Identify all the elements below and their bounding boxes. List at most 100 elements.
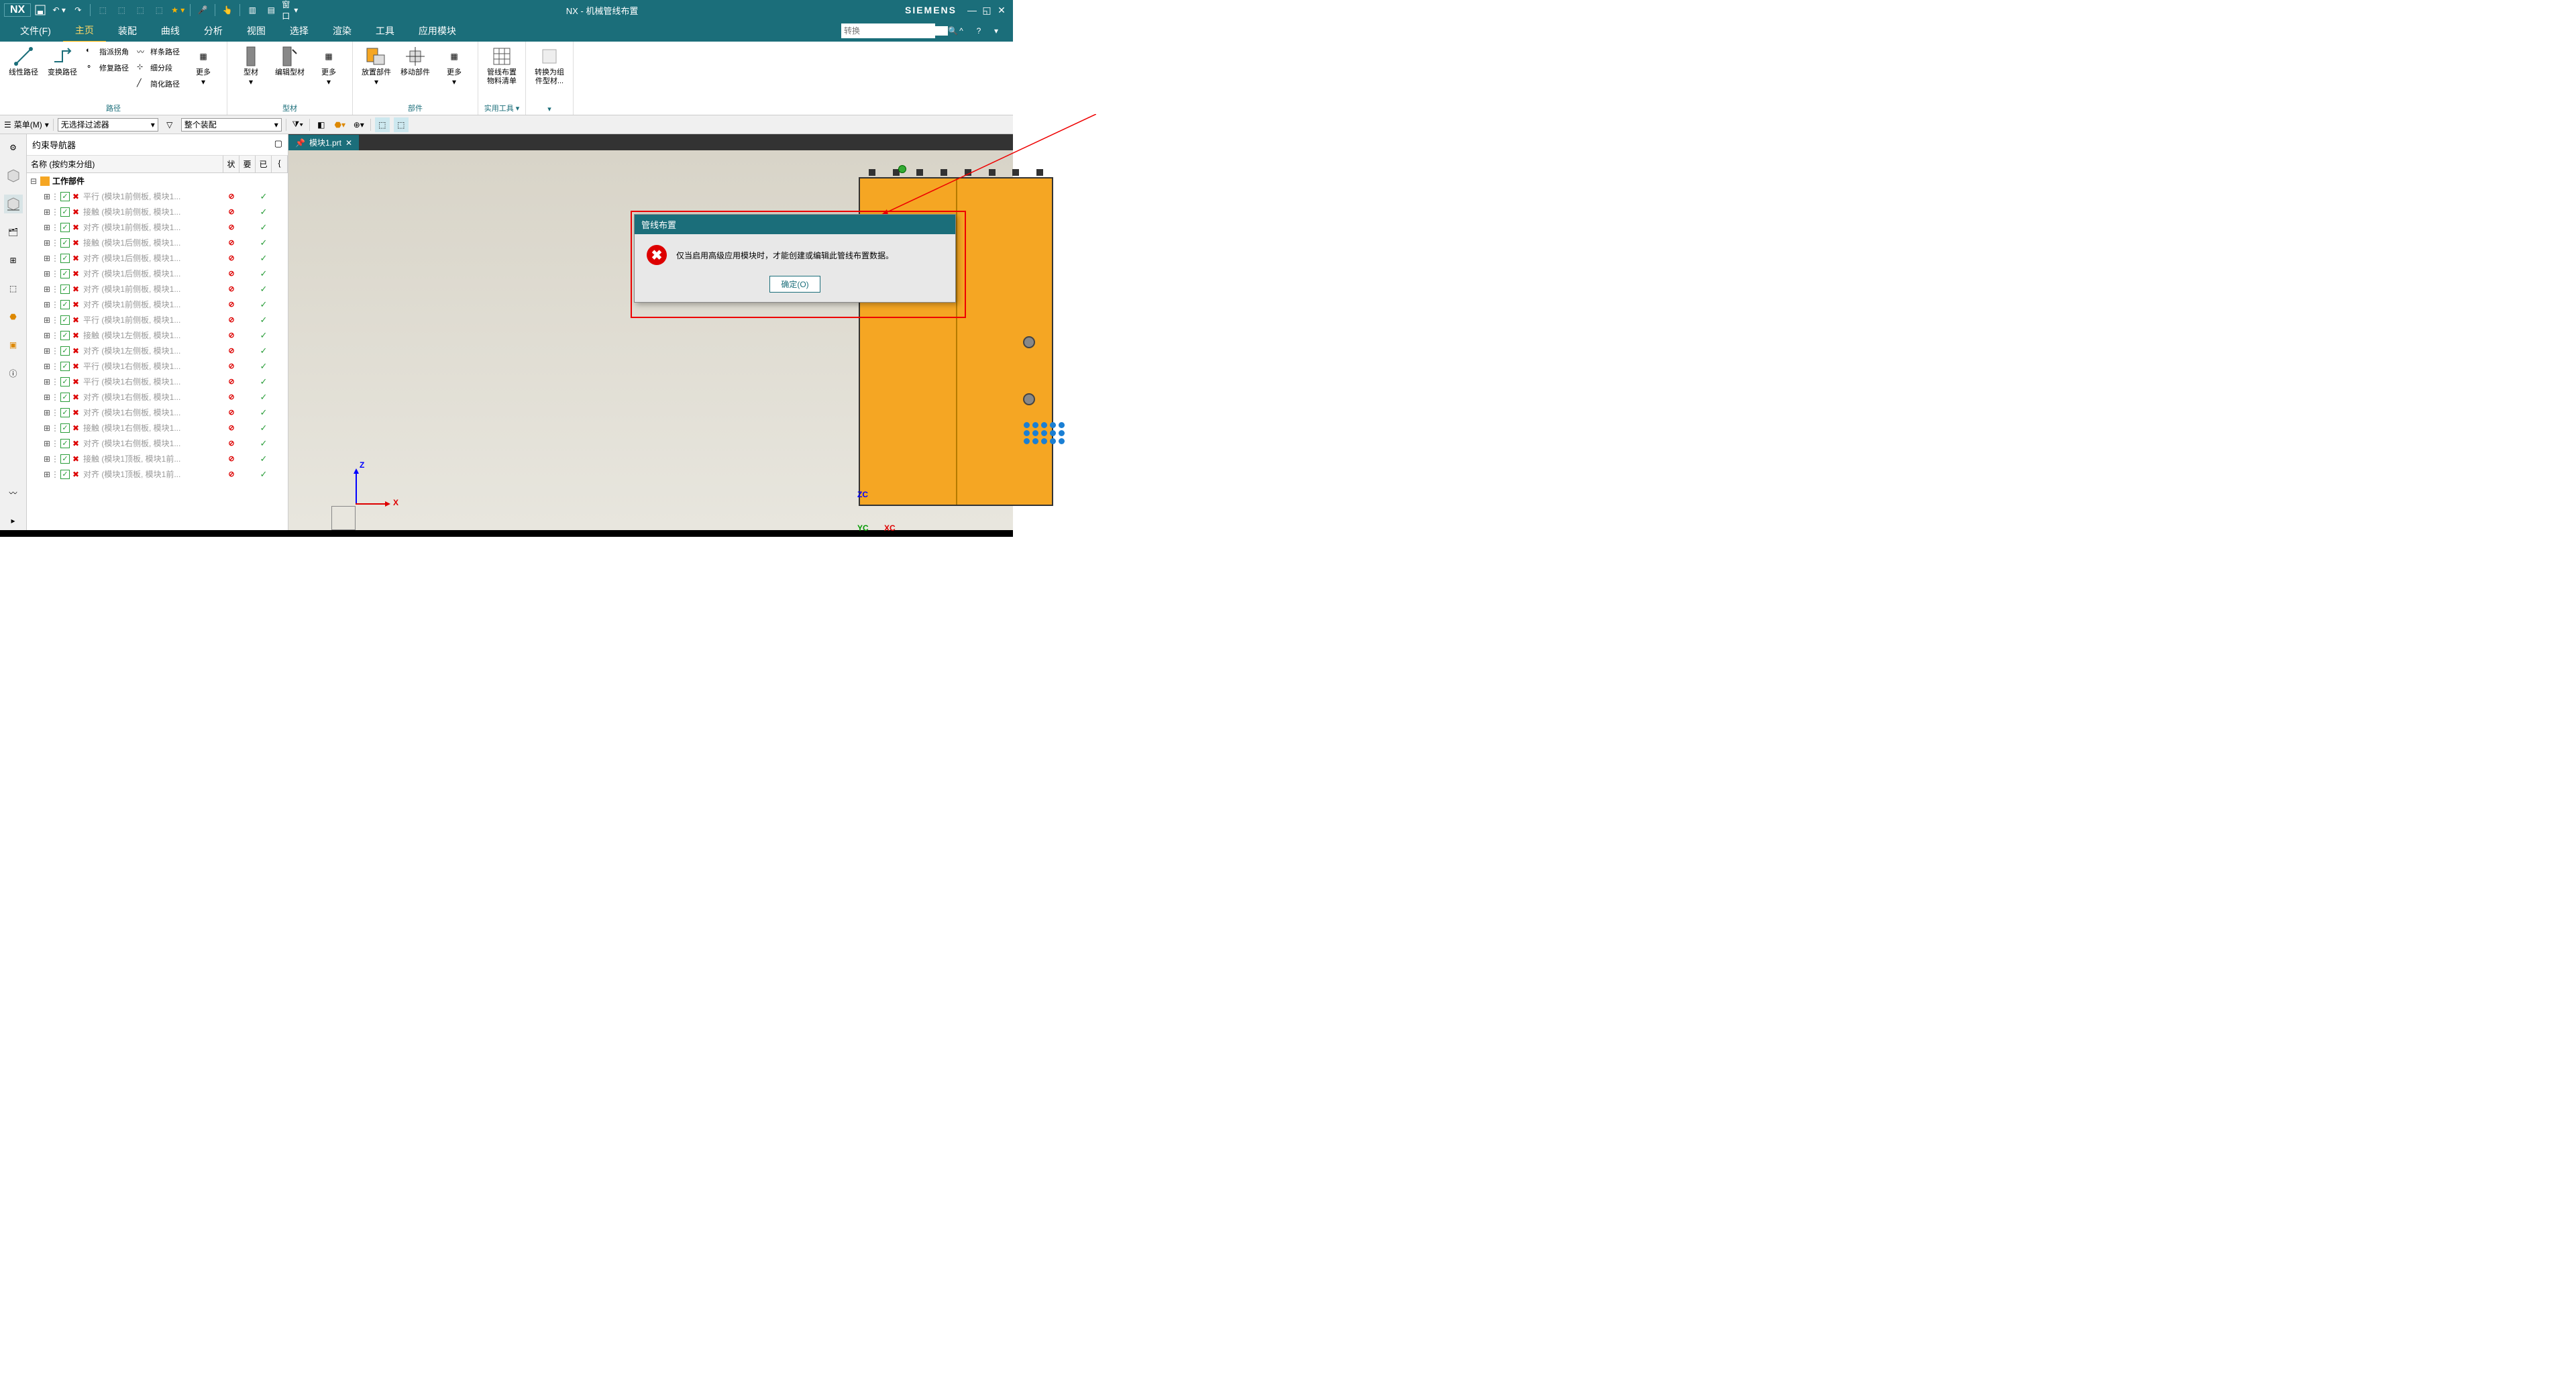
minimize-button[interactable]: — (965, 5, 979, 15)
bom-button[interactable]: 管线布置物料清单 (484, 44, 520, 87)
constraint-row[interactable]: ⊞⋮✓✖对齐 (模块1顶板, 模块1前...⊘✓ (27, 466, 288, 482)
col-req[interactable]: 要 (239, 156, 256, 172)
menu-analysis[interactable]: 分析 (192, 20, 235, 42)
constraint-row[interactable]: ⊞⋮✓✖对齐 (模块1右侧板, 模块1...⊘✓ (27, 389, 288, 405)
part-navigator-icon[interactable] (4, 166, 23, 185)
chevron-icon[interactable]: ▸ (4, 511, 23, 530)
constraint-row[interactable]: ⊞⋮✓✖接触 (模块1左侧板, 模块1...⊘✓ (27, 327, 288, 343)
filter-funnel-icon[interactable]: ⧩▾ (290, 117, 305, 132)
qat-icon[interactable]: ⬚ (95, 2, 111, 18)
transform-path-button[interactable]: 变换路径 (44, 44, 80, 79)
save-icon[interactable] (32, 2, 48, 18)
scope-dropdown[interactable]: 整个装配▾ (181, 118, 282, 132)
finger-corner-button[interactable]: ◐指派拐角 (83, 44, 131, 59)
history-icon[interactable]: ⬚ (4, 279, 23, 298)
part-more-button[interactable]: ▦更多▾ (436, 44, 472, 88)
window-menu[interactable]: 窗口 ▾ (282, 2, 298, 18)
constraint-row[interactable]: ⊞⋮✓✖平行 (模块1前侧板, 模块1...⊘✓ (27, 312, 288, 327)
pin-icon[interactable]: ▢ (274, 138, 282, 151)
constraint-row[interactable]: ⊞⋮✓✖接触 (模块1右侧板, 模块1...⊘✓ (27, 420, 288, 435)
layout2-icon[interactable]: ▤ (263, 2, 279, 18)
menu-tools[interactable]: 工具 (364, 20, 407, 42)
menu-curve[interactable]: 曲线 (149, 20, 192, 42)
close-tab-icon[interactable]: ✕ (345, 138, 352, 148)
mic-icon[interactable]: 🎤 (195, 2, 211, 18)
constraint-row[interactable]: ⊞⋮✓✖平行 (模块1右侧板, 模块1...⊘✓ (27, 358, 288, 374)
simplify-path-button[interactable]: ╱简化路径 (134, 76, 182, 91)
sel-tool-icon[interactable]: ⊕▾ (352, 117, 366, 132)
filter-icon[interactable]: ▽ (162, 117, 177, 132)
repair-path-button[interactable]: ⚬修复路径 (83, 60, 131, 75)
search-input[interactable] (844, 26, 948, 36)
place-part-button[interactable]: 放置部件▾ (358, 44, 394, 88)
edit-stock-button[interactable]: 编辑型材 (272, 44, 308, 79)
info-icon[interactable]: ⓘ (4, 364, 23, 382)
star-icon[interactable]: ★ ▾ (170, 2, 186, 18)
tree-root[interactable]: ⊟工作部件 (27, 173, 288, 189)
menu-app-module[interactable]: 应用模块 (407, 20, 468, 42)
help-icon[interactable]: ? (970, 22, 987, 40)
constraint-row[interactable]: ⊞⋮✓✖接触 (模块1顶板, 模块1前...⊘✓ (27, 451, 288, 466)
menu-select[interactable]: 选择 (278, 20, 321, 42)
sel-tool-icon[interactable]: ⬚ (394, 117, 409, 132)
convert-to-component-button[interactable]: 转换为组件型材... (531, 44, 568, 87)
nav-icon[interactable]: ▣ (4, 336, 23, 354)
undo-icon[interactable]: ↶ ▾ (51, 2, 67, 18)
constraint-navigator-icon[interactable] (4, 195, 23, 213)
gear-icon[interactable]: ⚙ (4, 138, 23, 157)
graphics-viewport[interactable]: 📌 模块1.prt ✕ (288, 134, 1013, 530)
reuse-library-icon[interactable]: 🗂 (4, 223, 23, 242)
col-name[interactable]: 名称 (按约束分组) (27, 156, 223, 172)
canvas[interactable]: 管线布置 ✖ 仅当启用高级应用模块时，才能创建或编辑此管线布置数据。 确定(O)… (288, 150, 1013, 530)
constraint-row[interactable]: ⊞⋮✓✖接触 (模块1后侧板, 模块1...⊘✓ (27, 235, 288, 250)
command-search[interactable]: 🔍 (841, 23, 935, 38)
qat-icon[interactable]: ⬚ (113, 2, 129, 18)
constraint-row[interactable]: ⊞⋮✓✖对齐 (模块1前侧板, 模块1...⊘✓ (27, 219, 288, 235)
subdivide-button[interactable]: ⊹细分段 (134, 60, 182, 75)
dialog-title[interactable]: 管线布置 (635, 215, 955, 234)
constraint-row[interactable]: ⊞⋮✓✖对齐 (模块1右侧板, 模块1...⊘✓ (27, 405, 288, 420)
qat-icon[interactable]: ⬚ (132, 2, 148, 18)
nav-icon[interactable]: ⬣ (4, 307, 23, 326)
navigator-body[interactable]: ⊟工作部件⊞⋮✓✖平行 (模块1前侧板, 模块1...⊘✓⊞⋮✓✖接触 (模块1… (27, 173, 288, 530)
constraint-row[interactable]: ⊞⋮✓✖对齐 (模块1后侧板, 模块1...⊘✓ (27, 250, 288, 266)
menu-home[interactable]: 主页 (63, 19, 106, 43)
menu-file[interactable]: 文件(F) (8, 20, 63, 42)
sel-tool-icon[interactable]: ⬚ (375, 117, 390, 132)
sel-tool-icon[interactable]: ◧ (314, 117, 329, 132)
collapse-icon[interactable]: 〰 (4, 483, 23, 502)
constraint-row[interactable]: ⊞⋮✓✖平行 (模块1前侧板, 模块1...⊘✓ (27, 189, 288, 204)
layout1-icon[interactable]: ▥ (244, 2, 260, 18)
stock-button[interactable]: 型材▾ (233, 44, 269, 88)
hole-feature[interactable] (1023, 336, 1035, 348)
selection-filter-dropdown[interactable]: 无选择过滤器▾ (58, 118, 158, 132)
chevron-down-icon[interactable]: ▾ (987, 22, 1005, 40)
menu-assembly[interactable]: 装配 (106, 20, 149, 42)
redo-icon[interactable]: ↷ (70, 2, 86, 18)
linear-path-button[interactable]: 线性路径 (5, 44, 42, 79)
constraint-row[interactable]: ⊞⋮✓✖平行 (模块1右侧板, 模块1...⊘✓ (27, 374, 288, 389)
assembly-tree-icon[interactable]: ⊞ (4, 251, 23, 270)
chevron-up-icon[interactable]: ^ (953, 22, 970, 40)
constraint-row[interactable]: ⊞⋮✓✖对齐 (模块1左侧板, 模块1...⊘✓ (27, 343, 288, 358)
constraint-row[interactable]: ⊞⋮✓✖对齐 (模块1后侧板, 模块1...⊘✓ (27, 266, 288, 281)
constraint-row[interactable]: ⊞⋮✓✖对齐 (模块1右侧板, 模块1...⊘✓ (27, 435, 288, 451)
col-done[interactable]: 已 (256, 156, 272, 172)
path-more-button[interactable]: ▦更多▾ (185, 44, 221, 88)
col-extra[interactable]: { (272, 156, 288, 172)
hamburger-menu-button[interactable]: ☰ 菜单(M) ▾ (4, 119, 49, 130)
move-part-button[interactable]: 移动部件 (397, 44, 433, 79)
touch-icon[interactable]: 👆 (219, 2, 235, 18)
constraint-row[interactable]: ⊞⋮✓✖对齐 (模块1前侧板, 模块1...⊘✓ (27, 297, 288, 312)
fullscreen-icon[interactable]: ⛶ (935, 22, 953, 40)
spline-path-button[interactable]: 〰样条路径 (134, 44, 182, 59)
ok-button[interactable]: 确定(O) (769, 276, 820, 293)
hole-feature[interactable] (1023, 393, 1035, 405)
document-tab[interactable]: 📌 模块1.prt ✕ (288, 135, 359, 150)
qat-icon[interactable]: ⬚ (151, 2, 167, 18)
maximize-button[interactable]: ◱ (979, 5, 994, 16)
menu-view[interactable]: 视图 (235, 20, 278, 42)
sel-tool-icon[interactable]: ⬣▾ (333, 117, 347, 132)
menu-render[interactable]: 渲染 (321, 20, 364, 42)
col-status[interactable]: 状 (223, 156, 239, 172)
